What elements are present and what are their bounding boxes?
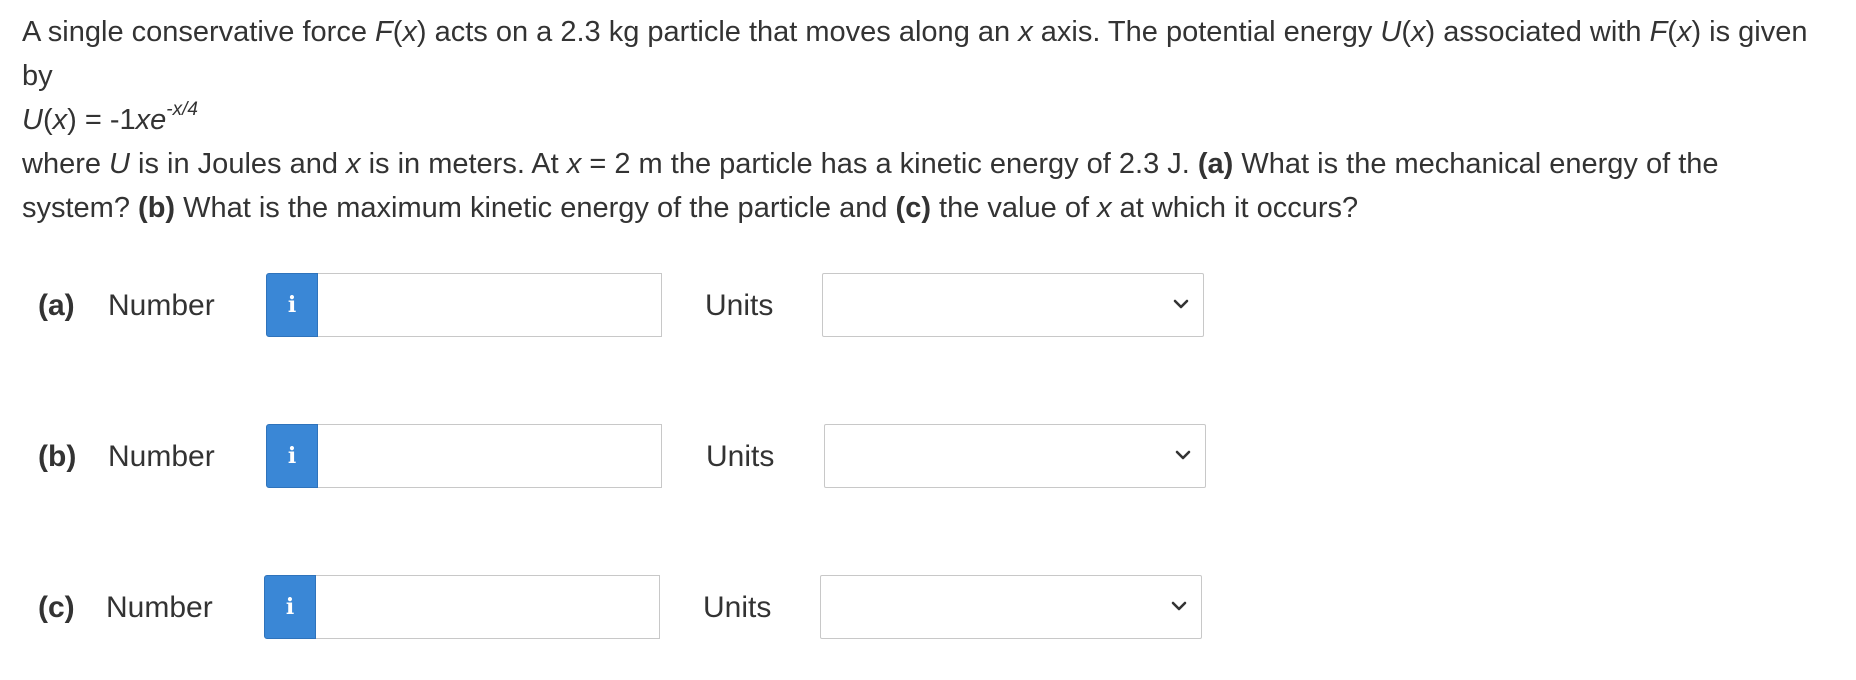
part-label-a: (a) [38, 289, 75, 322]
number-label-c: Number [106, 591, 213, 624]
info-button-b[interactable]: i [266, 424, 318, 488]
number-label-b: Number [108, 440, 215, 473]
info-icon: i [285, 594, 295, 620]
units-label-b: Units [706, 440, 775, 473]
chevron-down-icon [1173, 299, 1189, 309]
units-label-c: Units [703, 591, 772, 624]
chevron-down-icon [1175, 450, 1191, 460]
question-text: A single conservative force F(x) acts on… [22, 10, 1834, 230]
info-icon: i [287, 292, 297, 318]
question-body: where U is in Joules and x is in meters.… [22, 148, 1719, 224]
answer-row-b: (b) Number i Units [0, 424, 1856, 490]
info-icon: i [287, 443, 297, 469]
units-select-a[interactable] [822, 273, 1204, 337]
units-select-c[interactable] [820, 575, 1202, 639]
number-label-a: Number [108, 289, 215, 322]
part-label-b: (b) [38, 440, 77, 473]
number-input-b[interactable] [318, 424, 662, 488]
number-input-a[interactable] [318, 273, 662, 337]
units-label-a: Units [705, 289, 774, 322]
info-button-c[interactable]: i [264, 575, 316, 639]
part-label-c: (c) [38, 591, 75, 624]
answer-row-c: (c) Number i Units [0, 575, 1856, 641]
number-input-c[interactable] [316, 575, 660, 639]
answer-row-a: (a) Number i Units [0, 273, 1856, 339]
units-select-b[interactable] [824, 424, 1206, 488]
info-button-a[interactable]: i [266, 273, 318, 337]
chevron-down-icon [1171, 601, 1187, 611]
potential-energy-equation: U(x) = -1xe-x/4 [22, 99, 198, 136]
question-intro: A single conservative force F(x) acts on… [22, 16, 1808, 92]
